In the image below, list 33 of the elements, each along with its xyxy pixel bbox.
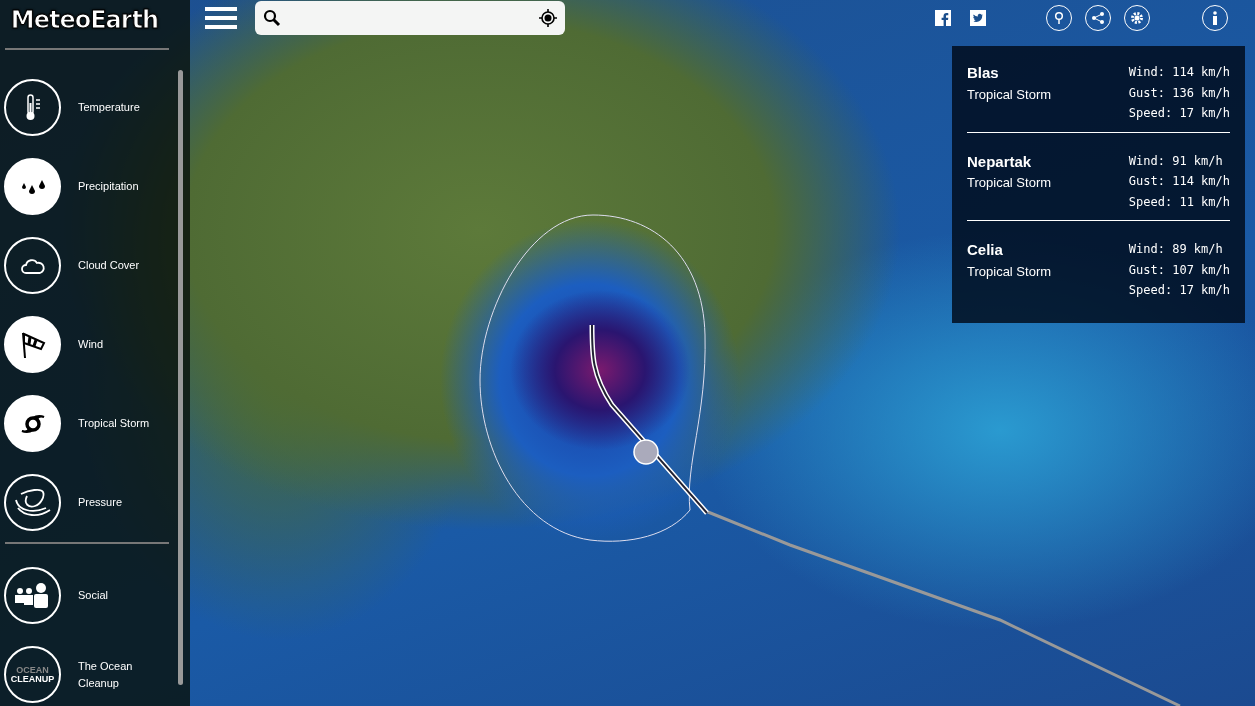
storm-stat: Speed: 11 km/h	[1128, 193, 1230, 211]
storm-stat: Speed: 17 km/h	[1128, 105, 1230, 122]
logo[interactable]: MeteoEarth	[0, 0, 169, 34]
storm-name[interactable]: Blas	[967, 62, 1052, 85]
storm-stat: Speed: 17 km/h	[1128, 282, 1230, 299]
scrollbar[interactable]	[178, 70, 183, 685]
search-field[interactable]	[255, 1, 565, 35]
layer-item[interactable]: Temperature	[0, 68, 170, 147]
layer-item[interactable]: Pressure	[0, 463, 170, 542]
locate-icon[interactable]	[539, 9, 557, 27]
menu-icon[interactable]	[205, 7, 237, 29]
layer-item[interactable]: Precipitation	[0, 147, 170, 226]
storm-stat: Wind: 91 km/h	[1128, 152, 1224, 170]
storm-type: Tropical Storm	[967, 85, 1052, 104]
layer-item[interactable]: Tropical Storm	[0, 384, 170, 463]
facebook-icon[interactable]	[935, 10, 951, 26]
storm-name[interactable]: Nepartak	[967, 150, 1052, 173]
storm-type: Tropical Storm	[967, 174, 1052, 192]
menu-item[interactable]: Social	[0, 556, 170, 635]
layer-item[interactable]: Cloud Cover	[0, 226, 170, 305]
storm-stat: Gust: 114 km/h	[1128, 173, 1230, 190]
twitter-icon[interactable]	[970, 10, 986, 26]
storm-type: Tropical Storm	[967, 262, 1052, 281]
storm-stat: Gust: 107 km/h	[1128, 261, 1230, 279]
social-icon	[4, 567, 61, 624]
ocean-cleanup-logo: OCEAN CLEANUP	[4, 646, 61, 703]
search-icon	[263, 9, 281, 27]
layer-item[interactable]: Wind	[0, 305, 170, 384]
storm-stat: Wind: 89 km/h	[1128, 241, 1224, 258]
storm-name[interactable]: Celia	[967, 239, 1052, 262]
storm-stat: Gust: 136 km/h	[1128, 84, 1230, 102]
menu-item[interactable]: OCEAN CLEANUP The Ocean Cleanup	[0, 635, 170, 706]
storm-stat: Wind: 114 km/h	[1128, 64, 1230, 81]
